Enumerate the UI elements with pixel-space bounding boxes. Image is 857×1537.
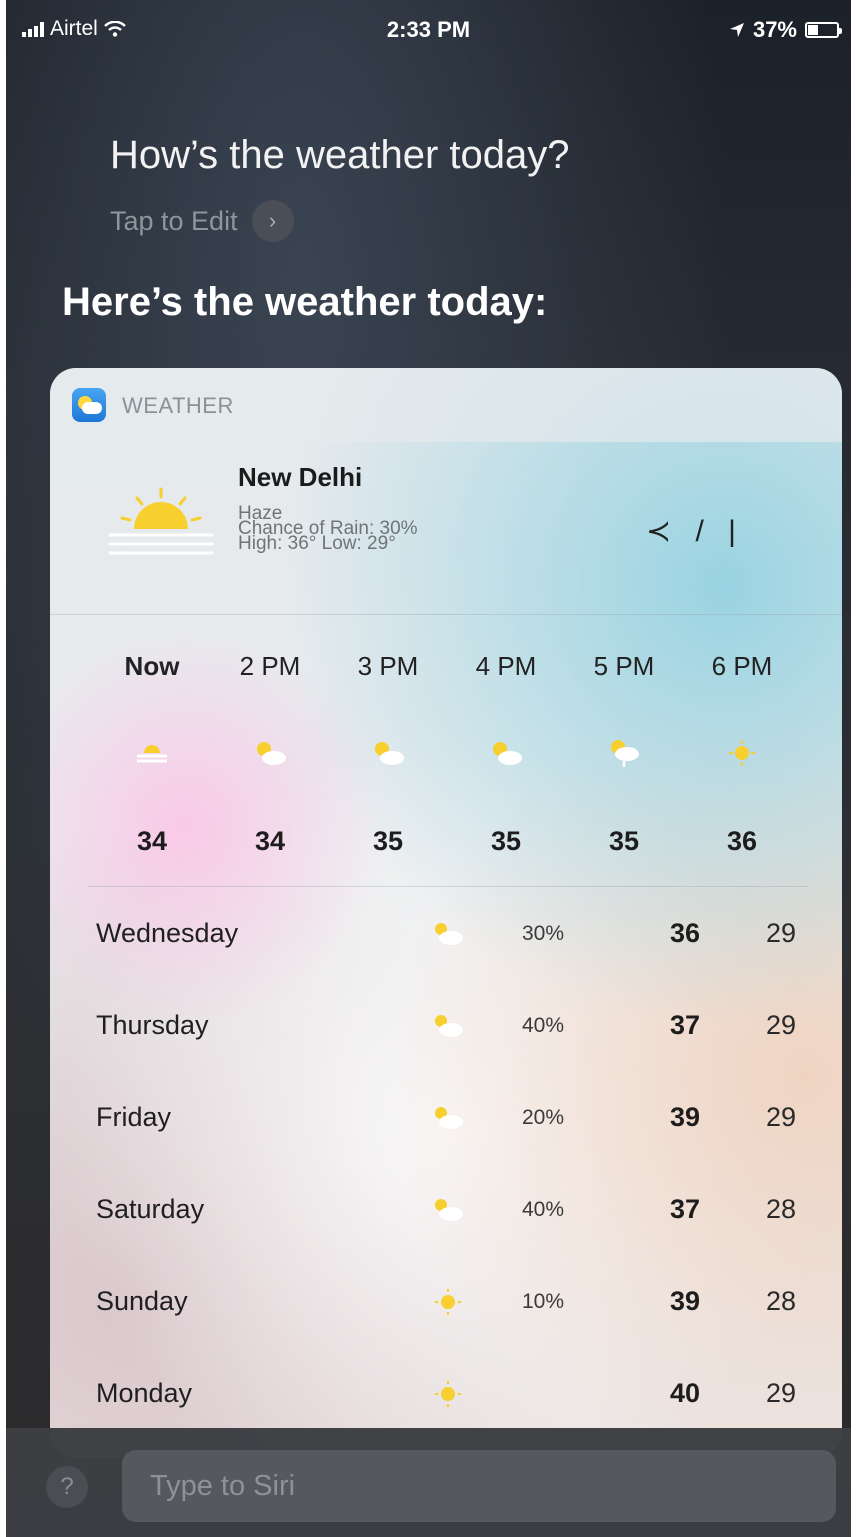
hour-slot: 6 PM 36 (682, 646, 802, 857)
rain-chance: 30% (522, 922, 565, 945)
hour-label: 4 PM (475, 651, 537, 681)
daily-row: Saturday 40% 37 28 (50, 1162, 842, 1254)
status-right: 37% (729, 17, 842, 43)
partly-cloudy-icon (328, 736, 448, 770)
low-temp: 28 (766, 1286, 797, 1316)
hour-label: 2 PM (239, 651, 301, 681)
hour-temp: 35 (608, 826, 640, 856)
siri-screen: Airtel 2:33 PM 37% How’s the weather tod… (6, 0, 851, 1537)
rain-cloud-icon (564, 736, 684, 770)
chevron-right-icon[interactable]: › (251, 200, 294, 242)
type-to-siri-input[interactable] (122, 1450, 836, 1522)
daily-row: Thursday 40% 37 29 (50, 978, 842, 1070)
low-temp: 29 (766, 1102, 797, 1132)
high-low: High: 36° Low: 29° (238, 533, 396, 554)
weather-app-icon (72, 388, 106, 422)
day-name: Friday (96, 1102, 172, 1132)
hour-slot: Now 34 (92, 646, 212, 857)
hour-temp: 35 (490, 826, 522, 856)
location-arrow-icon (729, 23, 744, 37)
weather-card-header[interactable]: WEATHER (50, 368, 842, 442)
daily-row: Sunday 10% 39 28 (50, 1254, 842, 1346)
partly-cloudy-icon (435, 1015, 463, 1037)
hour-temp: 34 (254, 826, 286, 856)
partly-cloudy-icon (210, 736, 330, 770)
partly-cloudy-icon (435, 923, 463, 945)
battery-percent: 37% (752, 17, 797, 42)
low-temp: 28 (766, 1194, 797, 1224)
status-time: 2:33 PM (386, 17, 471, 42)
sun-icon (435, 1289, 461, 1315)
high-temp: 39 (670, 1102, 701, 1132)
hourly-forecast: Now 34 2 PM 34 3 PM 35 4 PM 35 5 PM 35 6… (90, 646, 822, 866)
hour-label: 3 PM (357, 651, 419, 681)
hour-temp: 36 (726, 826, 758, 856)
rain-chance: 20% (522, 1106, 565, 1129)
hour-temp: 34 (136, 826, 168, 856)
day-name: Wednesday (96, 918, 239, 948)
low-temp: 29 (766, 1378, 797, 1408)
daily-row: Monday 40 29 (50, 1346, 842, 1438)
high-temp: 37 (670, 1194, 701, 1224)
siri-input-bar: ? (6, 1428, 851, 1537)
partly-cloudy-icon (446, 736, 566, 770)
daily-row: Friday 20% 39 29 (50, 1070, 842, 1162)
tap-to-edit[interactable]: Tap to Edit › (110, 200, 294, 242)
day-name: Monday (96, 1378, 193, 1408)
high-temp: 37 (670, 1010, 701, 1040)
haze-sun-icon (108, 487, 214, 555)
low-temp: 29 (766, 918, 797, 948)
partly-cloudy-icon (435, 1107, 463, 1129)
rain-chance: 40% (522, 1198, 565, 1221)
hour-slot: 3 PM 35 (328, 646, 448, 857)
wind-glyphs: ≺ / | (646, 515, 744, 548)
hour-temp: 35 (372, 826, 404, 856)
siri-answer: Here’s the weather today: (62, 280, 548, 324)
low-temp: 29 (766, 1010, 797, 1040)
day-name: Saturday (96, 1194, 205, 1224)
high-temp: 39 (670, 1286, 701, 1316)
battery-fill (808, 25, 818, 35)
hour-label: 5 PM (593, 651, 655, 681)
rain-chance: 10% (522, 1290, 565, 1313)
hour-slot: 4 PM 35 (446, 646, 566, 857)
haze-icon (92, 736, 212, 770)
battery-icon (805, 22, 842, 38)
help-icon[interactable]: ? (46, 1466, 88, 1508)
hour-slot: 5 PM 35 (564, 646, 684, 857)
daily-row: Wednesday 30% 36 29 (50, 886, 842, 978)
day-name: Sunday (96, 1286, 188, 1316)
siri-query: How’s the weather today? (110, 133, 570, 177)
city-name: New Delhi (238, 462, 363, 492)
hour-slot: 2 PM 34 (210, 646, 330, 857)
current-conditions: Haze Chance of Rain: 30% High: 36° Low: … (238, 504, 418, 554)
hour-label: 6 PM (711, 651, 773, 681)
daily-forecast: Wednesday 30% 36 29 Thursday 40% 37 29 F… (50, 886, 842, 1438)
weather-card[interactable]: WEATHER New Delhi Haze Chance of Rain: 3… (50, 368, 842, 1458)
tap-to-edit-label[interactable]: Tap to Edit (110, 206, 238, 237)
divider (50, 614, 842, 615)
weather-app-name: WEATHER (122, 393, 234, 418)
high-temp: 40 (670, 1378, 701, 1408)
day-name: Thursday (96, 1010, 209, 1040)
partly-cloudy-icon (435, 1199, 463, 1221)
high-temp: 36 (670, 918, 701, 948)
status-bar: Airtel 2:33 PM 37% (6, 0, 851, 60)
sun-icon (682, 736, 802, 770)
hour-label: Now (124, 651, 180, 681)
rain-chance: 40% (522, 1014, 565, 1037)
sun-icon (435, 1381, 461, 1407)
